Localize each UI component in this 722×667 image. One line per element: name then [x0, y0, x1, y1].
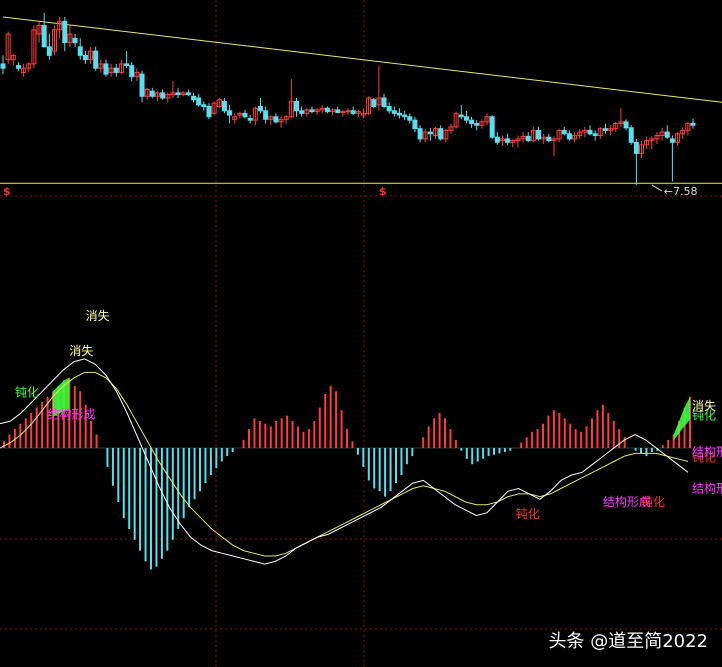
candle-body: [469, 119, 475, 125]
candle-body: [175, 92, 181, 96]
stock-chart: ←7.58$$ 消失消失钝化结构形成钝化结构形成钝化结构形成钝化结构形成钝化消失: [0, 0, 722, 667]
candle-body: [458, 114, 464, 118]
candle-body: [664, 131, 670, 138]
candle-body: [546, 136, 552, 142]
macd-panel: [0, 358, 722, 570]
candle-body: [46, 46, 52, 56]
blunting-block-right: [673, 396, 690, 441]
annotation-jiegou-mid2: 结构形成: [692, 481, 722, 496]
candle-body: [160, 92, 166, 99]
candle-body: [350, 110, 356, 114]
candle-body: [15, 65, 21, 69]
candle-body: [592, 133, 598, 136]
candle-body: [417, 128, 423, 140]
candle-body: [103, 63, 109, 75]
candle-body: [247, 117, 253, 121]
candle-body: [149, 90, 155, 97]
candle-body: [324, 107, 330, 113]
dollar-marker: $: [3, 185, 11, 198]
candle-body: [494, 136, 500, 143]
dea-line: [0, 371, 689, 557]
candle-body: [77, 46, 83, 56]
trendline: [2, 16, 722, 103]
candle-body: [438, 128, 444, 140]
candle-body: [82, 54, 88, 61]
candle-body: [623, 121, 629, 129]
candle-body: [294, 100, 300, 112]
annotation-dunhua-mid2: 钝化: [641, 495, 665, 509]
low-marker-label: ←7.58: [664, 185, 698, 198]
dif-line: [0, 358, 689, 565]
candle-body: [227, 110, 233, 116]
candle-body: [587, 129, 593, 135]
candle-body: [407, 116, 413, 121]
annotation-dunhua-mid1: 钝化: [516, 507, 540, 521]
annotation-xiaoshi-top: 消失: [86, 308, 110, 323]
candle-body: [489, 116, 495, 138]
annotation-xiaoshi-upper: 消失: [69, 343, 93, 358]
candle-body: [335, 109, 341, 113]
candle-body: [505, 138, 511, 143]
candle-body: [345, 110, 351, 113]
candle-body: [191, 95, 197, 101]
candle-body: [474, 123, 480, 126]
dollar-marker: $: [379, 185, 387, 198]
candle-body: [72, 37, 78, 44]
candle-body: [371, 99, 377, 108]
candle-body: [263, 110, 269, 120]
candle-body: [340, 111, 346, 114]
candle-body: [628, 127, 634, 143]
candle-body: [0, 63, 6, 69]
low-marker-pointer: [651, 184, 663, 192]
candle-body: [62, 20, 68, 44]
annotation-xiaoshi-right: 消失: [692, 398, 716, 413]
candle-body: [602, 128, 608, 131]
candle-body: [561, 129, 567, 135]
annotation-dunhua-left: 钝化: [15, 386, 39, 400]
chart-grid: [0, 0, 722, 667]
candle-body: [525, 135, 531, 142]
candle-body: [299, 110, 305, 114]
candle-body: [242, 112, 248, 118]
annotation-jiegou-left: 结构形成: [48, 406, 96, 421]
candle-body: [633, 141, 639, 154]
candle-body: [221, 100, 227, 112]
price-panel: ←7.58 $ $: [0, 12, 722, 198]
candle-body: [41, 25, 47, 48]
candle-body: [566, 133, 572, 140]
candle-body: [124, 63, 130, 67]
candle-body: [201, 104, 207, 108]
candle-body: [113, 67, 119, 73]
watermark: 头条 @道至简2022: [548, 631, 708, 652]
candle-body: [93, 50, 99, 69]
candle-body: [185, 92, 191, 96]
candle-body: [427, 131, 433, 135]
candle-body: [463, 116, 469, 121]
candle-body: [129, 65, 135, 78]
candle-body: [257, 106, 263, 112]
candle-body: [391, 110, 397, 114]
candle-body: [196, 97, 202, 106]
candle-body: [396, 112, 402, 116]
candle-body: [386, 106, 392, 112]
annotation-jiegou-right: 结构形成: [692, 444, 722, 459]
annotation-labels: 消失消失钝化结构形成钝化结构形成钝化结构形成钝化结构形成钝化消失: [15, 308, 722, 521]
candle-body: [309, 109, 315, 113]
candle-body: [139, 73, 145, 97]
candle-body: [536, 129, 542, 140]
candle-body: [206, 106, 212, 118]
candle-body: [690, 123, 696, 126]
candle-body: [273, 116, 279, 123]
candle-body: [412, 119, 418, 130]
candle-body: [669, 138, 675, 143]
candle-body: [402, 114, 408, 118]
candle-body: [381, 97, 387, 108]
